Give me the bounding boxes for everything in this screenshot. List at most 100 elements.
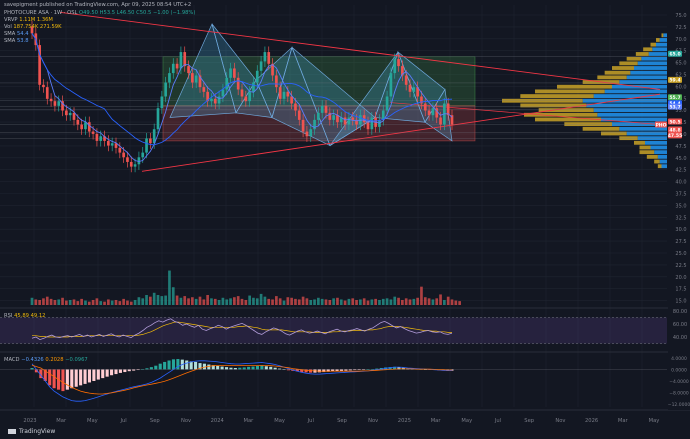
volume-bar [366,300,370,305]
volume-bar [118,301,122,305]
price-label-text: 53.7 [669,104,680,110]
volume-bar [324,299,328,305]
volume-bar [275,296,278,305]
candle-body [160,96,164,109]
macd-tick-label: −4.0000 [669,379,689,385]
volume-bar [305,298,309,305]
volume-bar [443,300,446,305]
candle-body [80,124,83,130]
profile-row-up [656,42,667,47]
time-tick-label: Mar [618,418,629,424]
profile-row-up [654,150,667,155]
chart-canvas[interactable]: 75.072.570.067.565.062.560.057.555.052.5… [0,0,690,439]
volume-bar [225,299,229,305]
macd-histogram-bar [87,369,92,383]
profile-row-up [659,159,667,164]
macd-histogram-bar [176,359,180,370]
candle-body [263,52,267,62]
volume-bar [156,295,160,305]
macd-histogram-bar [96,369,100,380]
volume-bar [359,299,362,305]
candle-body [57,101,61,106]
time-tick-label: Nov [181,418,191,424]
macd-tick-label: 4.0000 [671,356,687,362]
volume-bar [278,298,282,305]
profile-row-down [502,98,583,103]
volume-bar [103,301,106,305]
candle-body [397,59,400,67]
macd-histogram-bar [255,365,260,370]
price-axis[interactable]: 75.072.570.067.565.062.560.057.555.052.5… [668,0,690,410]
profile-row-up [634,66,667,70]
symbol-change: −1.00 (−1.98%) [152,10,196,16]
volume-bar [458,301,461,305]
macd-histogram-bar [207,364,211,370]
volume-bar [401,300,404,305]
volume-bar [381,298,385,305]
volume-bar [343,300,347,305]
candle-body [141,152,145,158]
macd-histogram-bar [70,369,74,389]
macd-histogram-bar [229,367,233,370]
macd-histogram-bar [238,367,242,370]
macd-histogram-bar [260,365,264,370]
candle-body [408,84,412,92]
candle-body [145,138,148,153]
price-tick-label: 20.0 [675,275,686,281]
volume-bar [152,292,156,305]
vrvp-legend[interactable]: VRVP 1.11M 1.36M [4,17,53,24]
price-tick-label: 35.0 [675,203,686,209]
macd-legend[interactable]: MACD −0.4326 0.2028 −0.0967 [4,357,88,364]
volume-bar [351,298,355,305]
macd-histogram-bar [114,369,118,375]
profile-row-down [657,164,662,169]
candle-body [202,87,206,92]
candle-body [275,75,278,88]
tradingview-logo[interactable]: TradingView [8,428,55,436]
volume-bar [336,297,339,305]
price-label-text: 55.7 [669,95,680,101]
sma-legend-1[interactable]: SMA 54.4 [4,31,29,38]
sma-legend-2[interactable]: SMA 53.8 [4,38,29,45]
profile-row-up [641,56,667,61]
macd-histogram-bar [224,367,229,370]
volume-bar [282,300,286,305]
time-tick-label: Mar [56,418,67,424]
price-tick-label: 30.0 [675,227,686,233]
macd-histogram-bar [167,360,171,370]
volume-legend[interactable]: Vol 187.754K 271.59K [4,24,61,31]
volume-bar [141,298,145,305]
volume-bar [255,298,259,305]
rsi-pane [0,317,667,344]
volume-bar [42,298,45,305]
profile-row-down [643,47,653,52]
candle-body [412,87,416,92]
macd-histogram-bar [185,360,189,370]
rsi-tick-label: 40.00 [673,335,687,341]
candle-body [301,119,305,132]
candle-body [282,91,286,99]
profile-row-up [659,38,667,42]
volume-bar [137,297,141,305]
symbol-legend[interactable]: PHOTOCURE ASA · 1W · OSL O49.50 H53.5 L4… [4,10,195,17]
volume-bar [389,299,393,305]
volume-bar [271,299,274,305]
candle-body [65,110,68,116]
candle-body [343,117,347,125]
candle-body [129,161,133,167]
rsi-legend[interactable]: RSI 45.89 49.12 [4,313,45,320]
candle-body [95,133,99,141]
profile-row-down [557,84,612,89]
symbol-ohlc: O49.50 H53.5 L46.50 C50.5 [79,10,152,16]
candle-body [294,103,297,111]
volume-bar [183,296,187,305]
macd-histogram-bar [105,369,109,377]
volume-bar [65,300,68,305]
volume-bar [297,299,301,305]
macd-histogram-bar [251,366,255,370]
volume-bar [427,298,431,305]
volume-bar [374,298,377,305]
volume-bar [149,296,152,305]
candle-body [259,61,263,71]
candle-body [236,77,240,90]
